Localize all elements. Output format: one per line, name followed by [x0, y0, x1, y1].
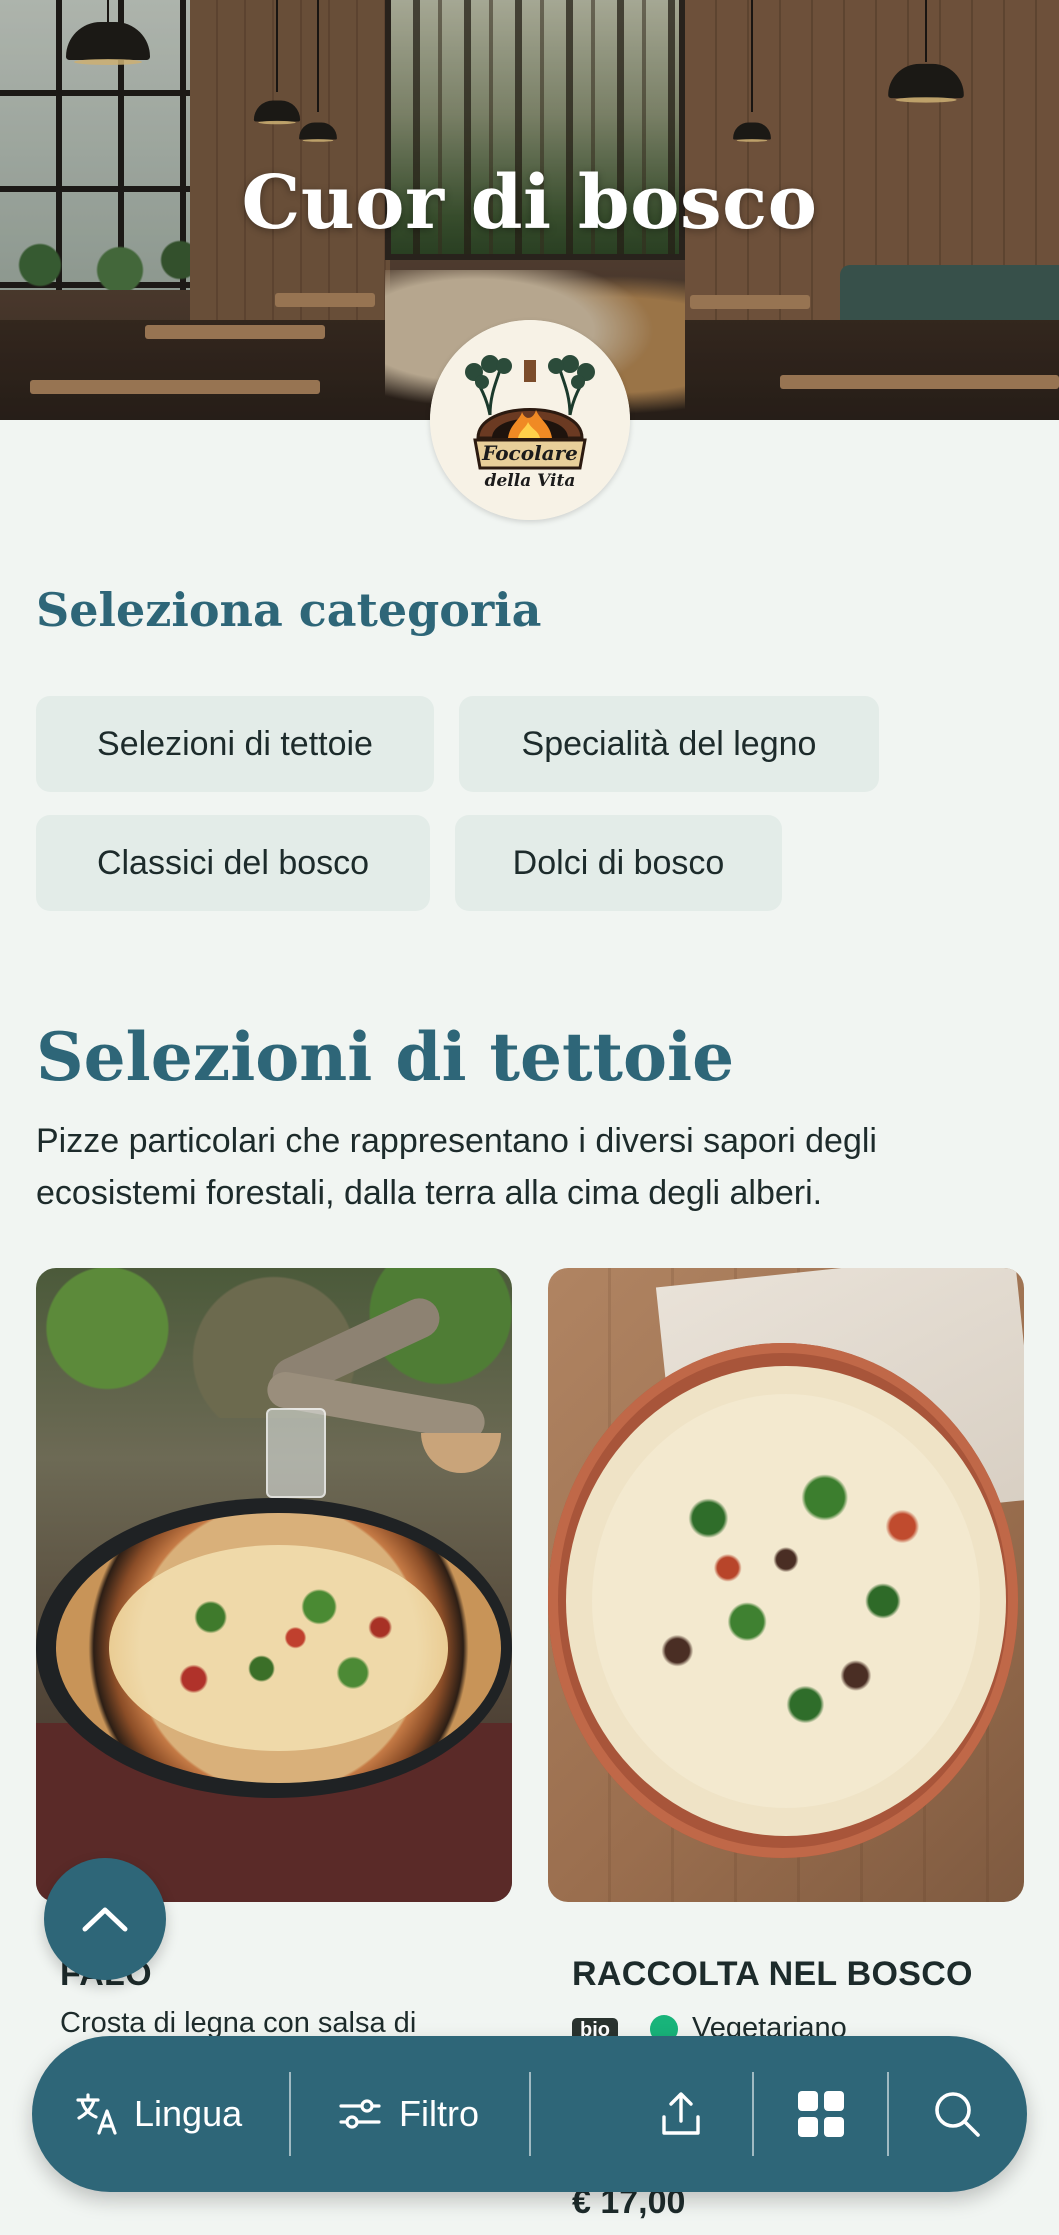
separator — [887, 2072, 889, 2156]
category-chip-legno[interactable]: Specialità del legno — [459, 696, 879, 792]
logo-text-line1: Focolare — [481, 441, 578, 465]
bottom-action-bar: Lingua Filtro — [32, 2036, 1027, 2192]
share-button[interactable] — [656, 2036, 706, 2192]
category-chip-classici[interactable]: Classici del bosco — [36, 815, 430, 911]
search-button[interactable] — [932, 2036, 982, 2192]
filter-button[interactable]: Filtro — [337, 2036, 479, 2192]
translate-icon — [76, 2093, 117, 2135]
search-icon — [935, 2092, 980, 2137]
scroll-to-top-button[interactable] — [44, 1858, 166, 1980]
category-chip-tettoie[interactable]: Selezioni di tettoie — [36, 696, 434, 792]
filter-icon — [339, 2099, 381, 2129]
language-label: Lingua — [134, 2093, 243, 2134]
grid-view-button[interactable] — [796, 2036, 846, 2192]
separator — [289, 2072, 291, 2156]
section-title: Selezioni di tettoie — [36, 1018, 735, 1096]
grid-icon — [798, 2091, 844, 2137]
product-image-falo[interactable] — [36, 1268, 512, 1902]
restaurant-logo: Focolare della Vita — [430, 320, 630, 520]
filter-label: Filtro — [399, 2093, 479, 2134]
product-name-raccolta[interactable]: RACCOLTA NEL BOSCO — [572, 1955, 973, 1994]
share-icon — [662, 2092, 700, 2135]
separator — [752, 2072, 754, 2156]
chevron-up-icon — [82, 1907, 128, 1932]
language-button[interactable]: Lingua — [74, 2036, 242, 2192]
restaurant-title: Cuor di bosco — [241, 160, 818, 246]
separator — [529, 2072, 531, 2156]
section-description: Pizze particolari che rappresentano i di… — [36, 1122, 877, 1212]
logo-text-line2: della Vita — [485, 471, 576, 491]
product-image-raccolta[interactable] — [548, 1268, 1024, 1902]
category-heading: Seleziona categoria — [36, 583, 542, 637]
category-chip-dolci[interactable]: Dolci di bosco — [455, 815, 782, 911]
